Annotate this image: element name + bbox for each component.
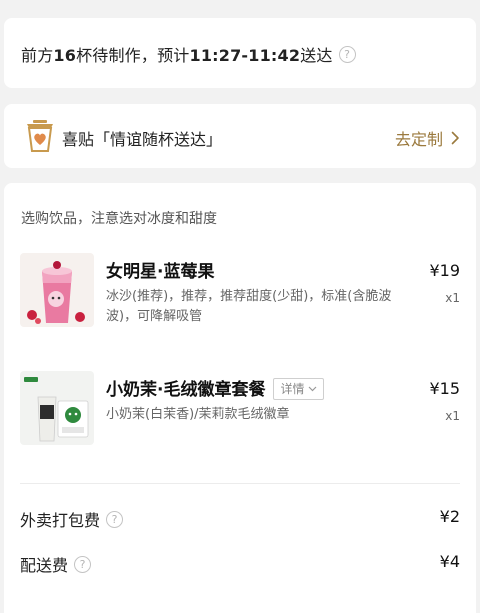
question-circle-icon[interactable]: ? bbox=[338, 46, 356, 63]
queue-middle: 杯待制作，预计 bbox=[76, 46, 190, 65]
chevron-right-icon bbox=[451, 131, 459, 145]
fee-row-packaging: 外卖打包费? ¥2 bbox=[20, 507, 460, 531]
queue-status-card: 前方16杯待制作，预计11:27-11:42送达? bbox=[4, 18, 476, 88]
queue-count: 16 bbox=[53, 46, 77, 65]
fee-label-text: 外卖打包费 bbox=[20, 511, 101, 530]
fee-value: ¥2 bbox=[439, 507, 460, 526]
question-circle-icon[interactable]: ? bbox=[74, 556, 92, 573]
product-image-combo bbox=[20, 371, 94, 445]
fee-label-text: 配送费 bbox=[20, 556, 69, 575]
item-quantity: x1 bbox=[445, 409, 460, 423]
fee-value: ¥4 bbox=[439, 552, 460, 571]
details-label: 详情 bbox=[280, 382, 305, 396]
product-image-blueberry bbox=[20, 253, 94, 327]
fee-label: 配送费? bbox=[20, 552, 92, 576]
order-details-card: 选购饮品，注意选对冰度和甜度 女明星·蓝莓果 冰沙(推荐)，推荐，推荐甜度(少甜… bbox=[4, 183, 476, 613]
queue-prefix: 前方 bbox=[21, 46, 54, 65]
question-circle-icon[interactable]: ? bbox=[106, 511, 124, 528]
item-options: 冰沙(推荐)，推荐，推荐甜度(少甜)，标准(含脆波波)，可降解吸管 bbox=[106, 289, 392, 324]
chevron-down-icon bbox=[308, 386, 317, 392]
queue-suffix: 送达 bbox=[300, 46, 333, 65]
item-name: 小奶茉·毛绒徽章套餐 详情 bbox=[106, 375, 325, 400]
item-options: 小奶茉(白茉香)/茉莉款毛绒徽章 bbox=[106, 407, 290, 422]
order-hint: 选购饮品，注意选对冰度和甜度 bbox=[21, 211, 217, 227]
cup-heart-icon bbox=[27, 120, 53, 152]
gift-sticker-title: 喜贴「情谊随杯送达」 bbox=[62, 130, 223, 149]
eta-time-range: 11:27-11:42 bbox=[189, 46, 301, 65]
item-name: 女明星·蓝莓果 bbox=[106, 262, 215, 282]
item-quantity: x1 bbox=[445, 291, 460, 305]
customize-label: 去定制 bbox=[394, 130, 443, 149]
customize-link[interactable]: 去定制 bbox=[395, 126, 460, 150]
item-price: ¥15 bbox=[429, 379, 460, 398]
gift-sticker-card[interactable]: 喜贴「情谊随杯送达」 去定制 bbox=[4, 104, 476, 168]
item-name-text: 小奶茉·毛绒徽章套餐 bbox=[106, 380, 266, 400]
order-item[interactable]: 女明星·蓝莓果 冰沙(推荐)，推荐，推荐甜度(少甜)，标准(含脆波波)，可降解吸… bbox=[4, 253, 476, 333]
details-toggle[interactable]: 详情 bbox=[273, 378, 325, 400]
item-price: ¥19 bbox=[429, 261, 460, 280]
fee-label: 外卖打包费? bbox=[20, 507, 124, 531]
fee-row-delivery: 配送费? ¥4 bbox=[20, 552, 460, 576]
queue-status-text: 前方16杯待制作，预计11:27-11:42送达? bbox=[21, 42, 356, 66]
order-item[interactable]: 小奶茉·毛绒徽章套餐 详情 小奶茉(白茉香)/茉莉款毛绒徽章 ¥15 x1 bbox=[4, 371, 476, 451]
section-divider bbox=[20, 483, 460, 484]
